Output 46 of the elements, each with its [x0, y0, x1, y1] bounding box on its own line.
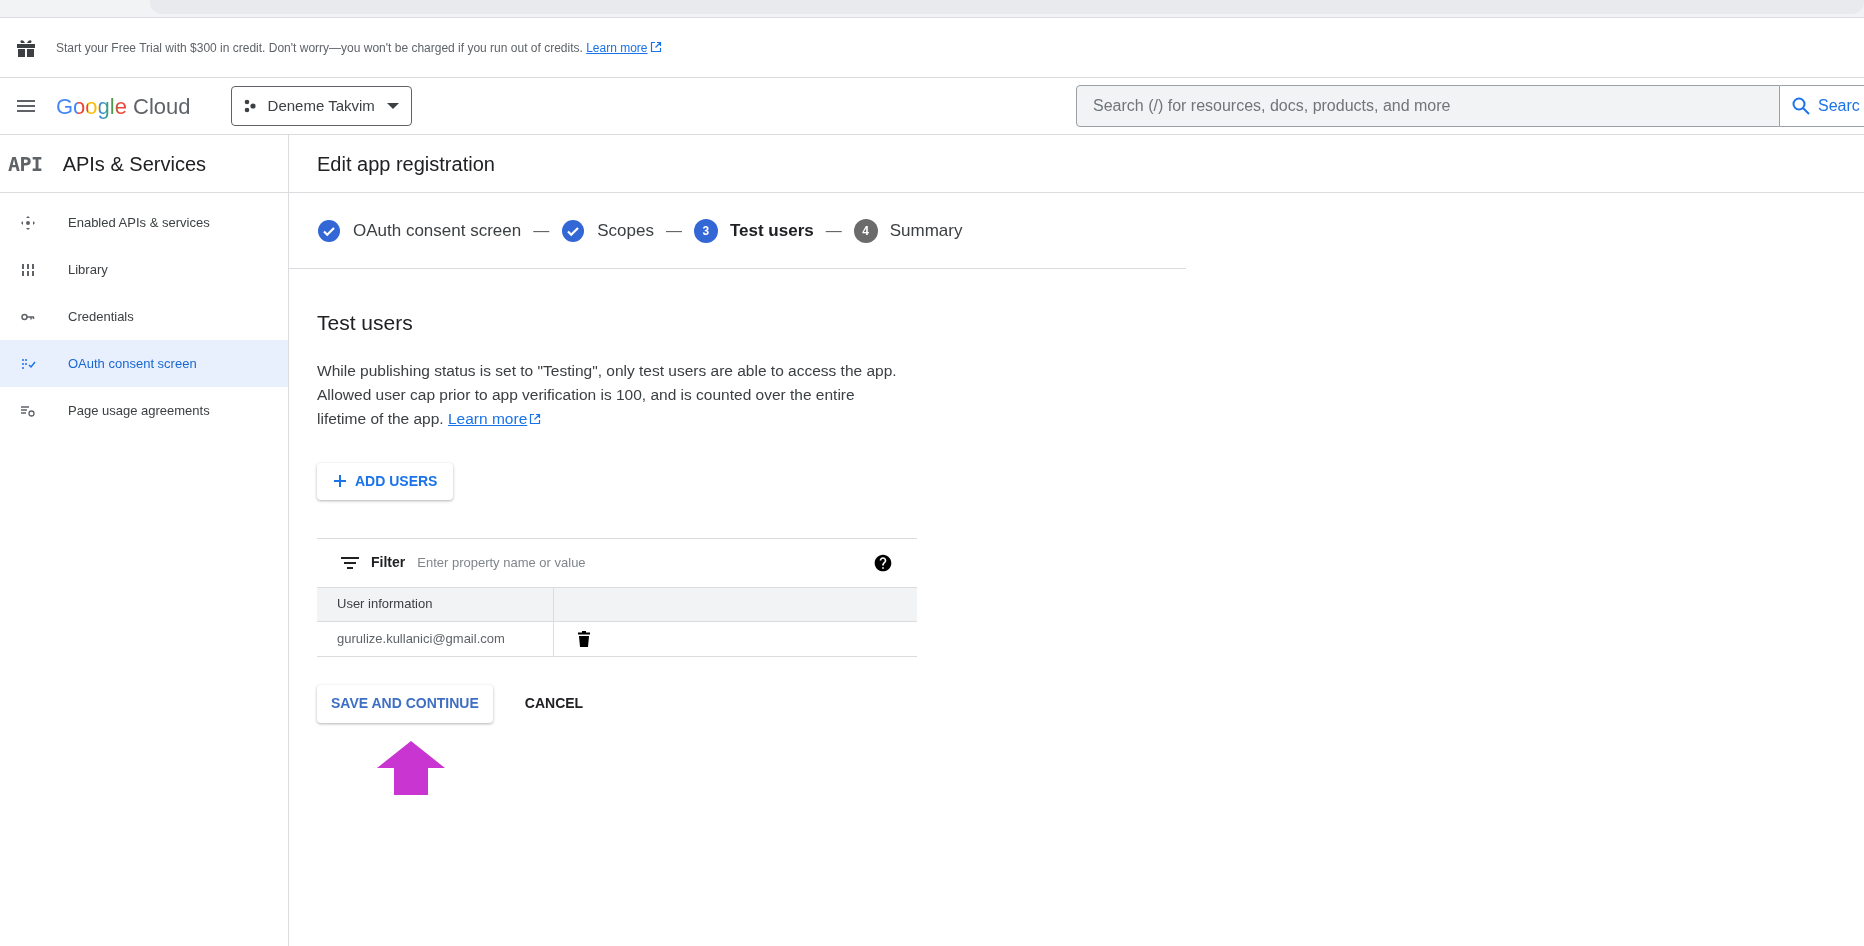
banner-text: Start your Free Trial with $300 in credit. Don't worry—you won't be charged if you run out of credits. Learn more	[56, 38, 662, 57]
sidebar-title: APIs & Services	[62, 151, 206, 177]
add-users-button[interactable]: ADD USERS	[317, 462, 454, 500]
section-description: While publishing status is set to "Testing", only test users are able to access the app. Allowed user cap prior to app verification is 100, and is counted over the entire lifetime of the app. Learn more	[317, 360, 898, 429]
section-title: Test users	[317, 310, 414, 336]
stepper-step[interactable]: 4 Summary	[853, 217, 963, 244]
learn-more-link[interactable]: Learn more	[448, 409, 542, 427]
external-link-icon	[529, 412, 542, 425]
filter-label: Filter	[371, 553, 406, 572]
external-link-icon	[649, 40, 662, 53]
search-icon	[1792, 97, 1810, 115]
project-picker[interactable]: Deneme Takvim	[230, 86, 412, 126]
save-and-continue-button[interactable]: SAVE AND CONTINUE	[317, 684, 493, 723]
plus-icon	[333, 474, 347, 488]
caret-icon	[386, 102, 399, 110]
sidebar-item[interactable]: Library	[0, 246, 288, 293]
sidebar-item[interactable]: Page usage agreements	[0, 387, 288, 434]
page-title: Edit app registration	[317, 151, 495, 177]
step-separator: —	[533, 220, 550, 241]
delete-icon[interactable]	[578, 630, 590, 647]
filter-input[interactable]: Enter property name or value	[417, 552, 861, 573]
project-dots-icon	[243, 99, 256, 113]
search-field[interactable]: Search (/) for resources, docs, products, and more	[1076, 85, 1780, 127]
step-number: 4	[853, 218, 878, 243]
up-arrow-drawing	[377, 740, 445, 795]
step-number: 3	[693, 218, 718, 243]
search-button[interactable]: Searc	[1780, 85, 1864, 127]
learn-more-link[interactable]: Learn more	[586, 40, 662, 55]
google-cloud-logo[interactable]: Google Cloud	[56, 89, 191, 123]
api-label: API	[8, 150, 43, 178]
move-arrows-icon	[20, 214, 36, 231]
column-header: User information	[317, 587, 554, 621]
grid-icon	[20, 261, 36, 278]
stepper-step[interactable]: 3 Test users	[693, 217, 814, 244]
step-separator: —	[665, 220, 682, 241]
cancel-button[interactable]: CANCEL	[520, 684, 588, 723]
sidebar-item[interactable]: Enabled APIs & services	[0, 199, 288, 246]
sidebar-item[interactable]: OAuth consent screen	[0, 340, 288, 387]
table-cell: gurulize.kullanici@gmail.com	[317, 621, 554, 656]
gift-icon	[16, 37, 36, 58]
step-separator: —	[825, 220, 842, 241]
stepper-step[interactable]: Scopes	[561, 217, 654, 244]
help-icon[interactable]	[873, 552, 893, 573]
stepper-step[interactable]: OAuth consent screen	[317, 217, 522, 244]
filter-icon	[341, 555, 359, 570]
sidebar-item[interactable]: Credentials	[0, 293, 288, 340]
